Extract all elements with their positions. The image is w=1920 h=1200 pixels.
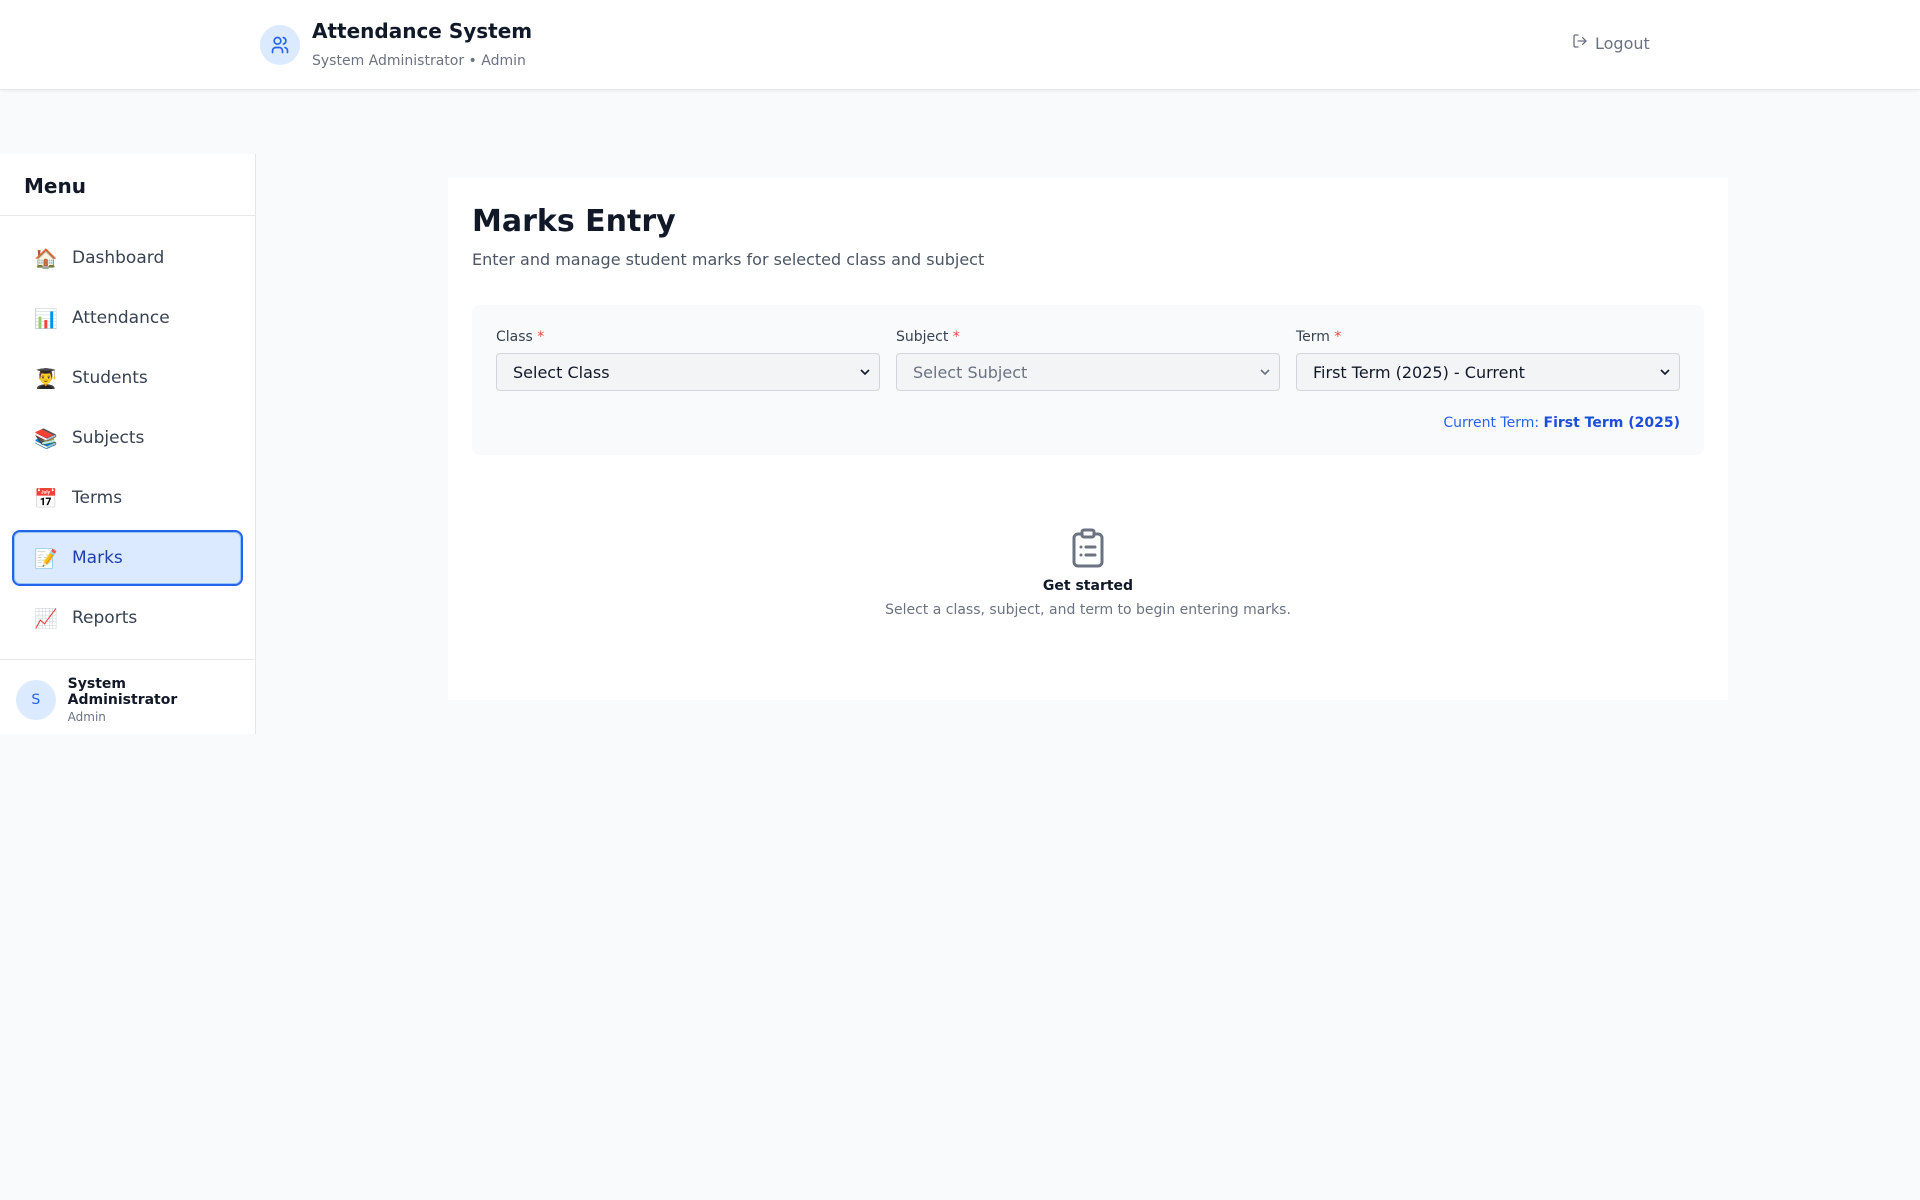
marks-entry-card: Marks Entry Enter and manage student mar… bbox=[448, 178, 1728, 700]
books-icon: 📚 bbox=[34, 427, 58, 450]
term-label: Term * bbox=[1296, 329, 1342, 345]
avatar: S bbox=[16, 680, 56, 720]
calendar-icon: 📅 bbox=[34, 487, 58, 510]
current-term-label: Current Term: bbox=[1443, 415, 1540, 431]
bar-chart-icon: 📊 bbox=[34, 307, 58, 330]
term-select-value: First Term (2025) - Current bbox=[1313, 362, 1525, 382]
class-select-value: Select Class bbox=[513, 362, 610, 382]
sidebar-item-label: Subjects bbox=[72, 428, 145, 448]
sidebar-item-marks[interactable]: 📝 Marks bbox=[12, 530, 243, 586]
empty-state-title: Get started bbox=[1042, 578, 1134, 594]
sidebar-item-label: Marks bbox=[72, 548, 123, 568]
app-subtitle: System Administrator • Admin bbox=[312, 53, 526, 69]
sidebar-item-label: Attendance bbox=[72, 308, 170, 328]
top-header: Attendance System System Administrator •… bbox=[0, 0, 1920, 90]
logout-button[interactable]: Logout bbox=[1572, 33, 1650, 53]
filters-panel: Class * Select Class Subject * Select Su… bbox=[472, 305, 1704, 455]
subject-select-value: Select Subject bbox=[913, 362, 1028, 382]
student-icon: 👨‍🎓 bbox=[34, 367, 58, 390]
sidebar-item-dashboard[interactable]: 🏠 Dashboard bbox=[12, 230, 243, 286]
sidebar-item-terms[interactable]: 📅 Terms bbox=[12, 470, 243, 526]
sidebar-item-students[interactable]: 👨‍🎓 Students bbox=[12, 350, 243, 406]
subject-field: Subject * Select Subject bbox=[896, 329, 1280, 391]
app-title: Attendance System bbox=[312, 19, 533, 43]
clipboard-icon bbox=[1070, 528, 1106, 568]
logout-icon bbox=[1572, 33, 1588, 53]
users-icon bbox=[260, 25, 300, 65]
empty-state: Get started Select a class, subject, and… bbox=[448, 528, 1728, 618]
page-title: Marks Entry bbox=[472, 204, 676, 239]
term-select[interactable]: First Term (2025) - Current bbox=[1296, 353, 1680, 391]
required-marker: * bbox=[537, 329, 545, 345]
sidebar-user-card: S System Administrator Admin bbox=[0, 660, 255, 740]
user-name: System Administrator bbox=[67, 676, 178, 708]
page-subtitle: Enter and manage student marks for selec… bbox=[472, 250, 985, 269]
term-field: Term * First Term (2025) - Current bbox=[1296, 329, 1680, 391]
chevron-down-icon bbox=[1659, 363, 1671, 382]
chevron-down-icon bbox=[859, 363, 871, 382]
logout-label: Logout bbox=[1595, 33, 1650, 53]
class-label: Class * bbox=[496, 329, 545, 345]
sidebar-item-label: Terms bbox=[72, 488, 123, 508]
chevron-down-icon bbox=[1259, 363, 1271, 382]
current-term-value: First Term (2025) bbox=[1543, 415, 1680, 431]
sidebar-title: Menu bbox=[0, 154, 255, 216]
sidebar-item-label: Reports bbox=[72, 608, 138, 628]
class-select[interactable]: Select Class bbox=[496, 353, 880, 391]
class-field: Class * Select Class bbox=[496, 329, 880, 391]
required-marker: * bbox=[952, 329, 960, 345]
subject-select[interactable]: Select Subject bbox=[896, 353, 1280, 391]
sidebar: Menu 🏠 Dashboard 📊 Attendance 👨‍🎓 Studen… bbox=[0, 154, 256, 734]
subject-label: Subject * bbox=[896, 329, 960, 345]
sidebar-item-reports[interactable]: 📈 Reports bbox=[12, 590, 243, 646]
sidebar-item-subjects[interactable]: 📚 Subjects bbox=[12, 410, 243, 466]
required-marker: * bbox=[1334, 329, 1342, 345]
user-role: Admin bbox=[67, 710, 106, 724]
memo-icon: 📝 bbox=[34, 547, 58, 570]
home-icon: 🏠 bbox=[34, 247, 58, 270]
sidebar-nav: 🏠 Dashboard 📊 Attendance 👨‍🎓 Students 📚 … bbox=[0, 216, 255, 660]
current-term-note: Current Term: First Term (2025) bbox=[1443, 415, 1680, 431]
trend-chart-icon: 📈 bbox=[34, 607, 58, 630]
sidebar-item-label: Students bbox=[72, 368, 148, 388]
empty-state-text: Select a class, subject, and term to beg… bbox=[885, 602, 1291, 618]
sidebar-item-attendance[interactable]: 📊 Attendance bbox=[12, 290, 243, 346]
sidebar-item-label: Dashboard bbox=[72, 248, 165, 268]
